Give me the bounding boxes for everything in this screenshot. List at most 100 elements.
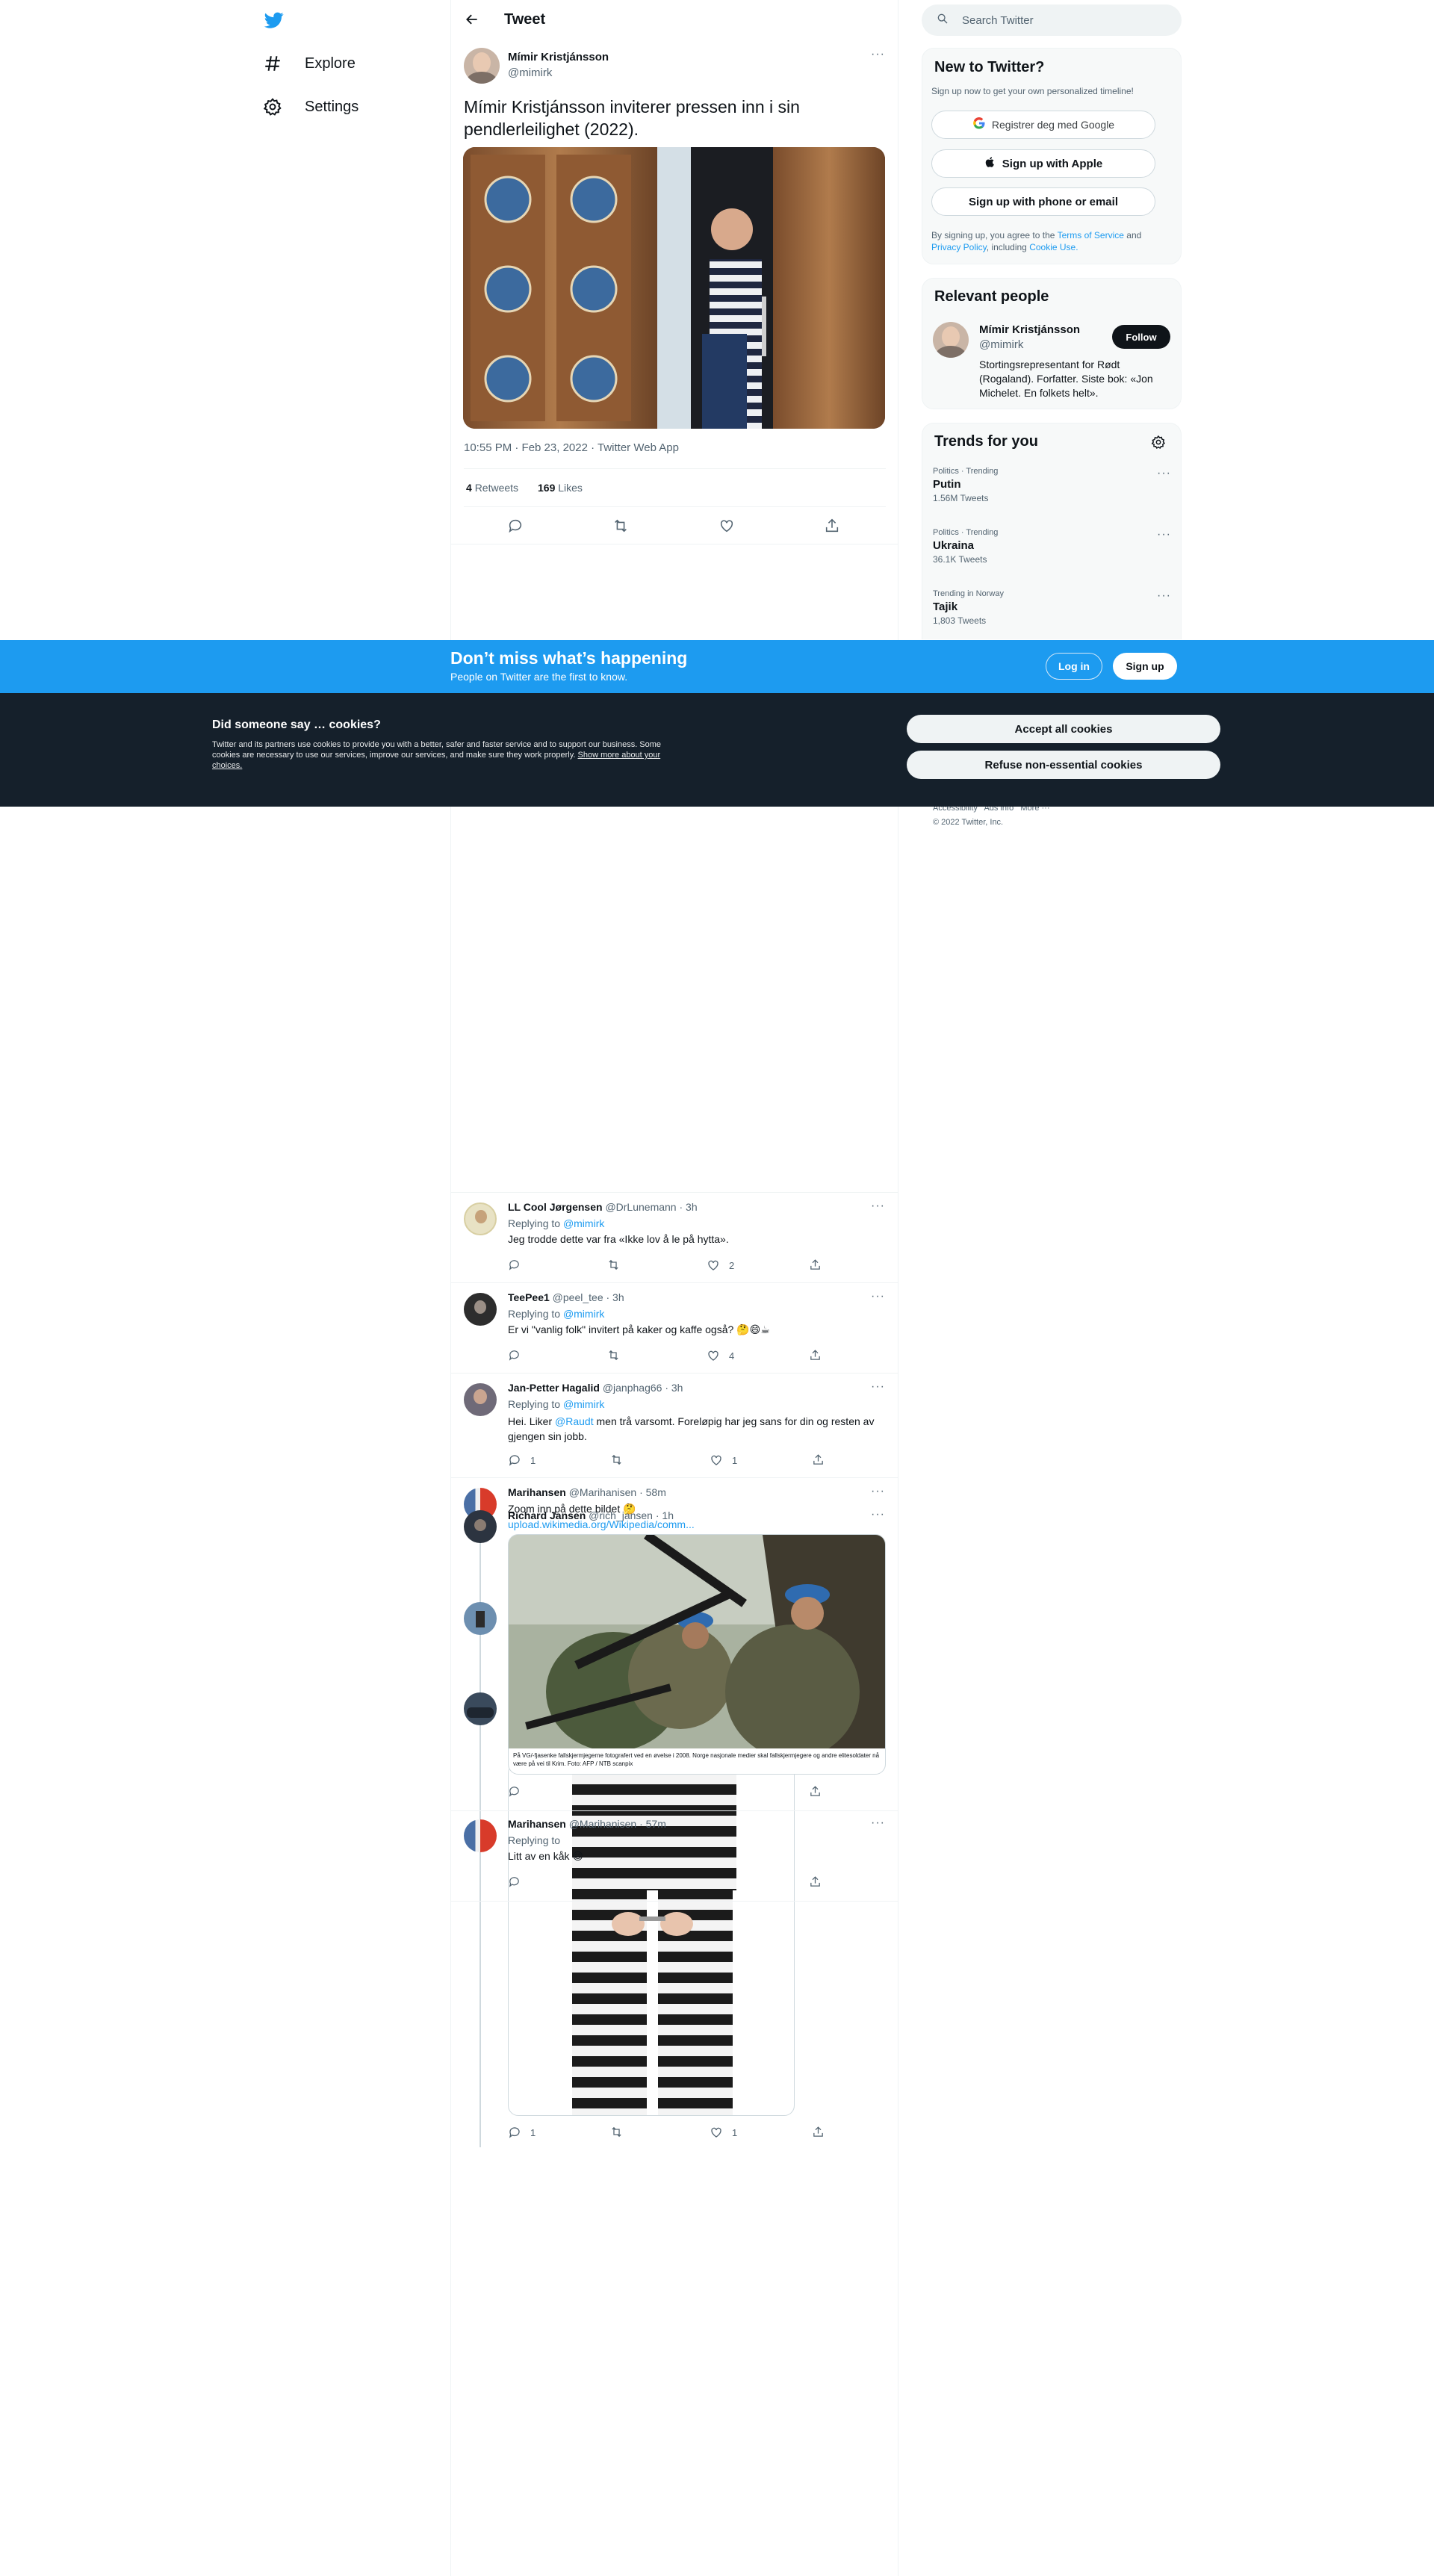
- accept-cookies-button[interactable]: Accept all cookies: [907, 715, 1220, 743]
- replying-to: Replying to @mimirk: [508, 1308, 604, 1320]
- trend-more-icon[interactable]: ···: [1157, 589, 1171, 603]
- divider: [464, 506, 886, 507]
- trend-more-icon[interactable]: ···: [1157, 528, 1171, 541]
- reply-avatar[interactable]: [464, 1383, 497, 1416]
- author-handle[interactable]: @mimirk: [508, 66, 552, 79]
- apple-signup-button[interactable]: Sign up with Apple: [931, 149, 1155, 178]
- more-options-icon[interactable]: ···: [871, 1485, 885, 1498]
- google-signup-button[interactable]: Registrer deg med Google: [931, 111, 1155, 139]
- reply-action[interactable]: 1: [508, 2126, 536, 2139]
- like-icon: [708, 1350, 718, 1361]
- nav-explore-label: Explore: [305, 55, 356, 72]
- reply-icon[interactable]: [508, 1785, 521, 1801]
- reply-icon[interactable]: [507, 518, 524, 538]
- search-input[interactable]: Search Twitter: [922, 4, 1182, 36]
- nav-settings[interactable]: Settings: [263, 97, 358, 117]
- reply-avatar[interactable]: [464, 1692, 497, 1725]
- like-action[interactable]: 1: [710, 1453, 737, 1467]
- reply-author-name[interactable]: LL Cool Jørgensen: [508, 1201, 603, 1213]
- retweet-icon[interactable]: [607, 1258, 620, 1275]
- reply-avatar[interactable]: [464, 1602, 497, 1635]
- nav-explore[interactable]: Explore: [263, 54, 356, 73]
- retweet-icon[interactable]: [610, 2126, 623, 2142]
- replying-to-mention[interactable]: @mimirk: [563, 1308, 604, 1320]
- terms-and: and: [1126, 230, 1142, 240]
- author-avatar[interactable]: [464, 48, 500, 84]
- reply-meta[interactable]: @Marihanisen · 58m: [569, 1486, 666, 1498]
- replying-to-mention[interactable]: @mimirk: [563, 1398, 604, 1410]
- reply-avatar[interactable]: [464, 1819, 497, 1852]
- retweets-count: 4: [466, 482, 472, 494]
- phone-email-signup-button[interactable]: Sign up with phone or email: [931, 187, 1155, 216]
- reply-icon[interactable]: [508, 1349, 521, 1365]
- tweet-photo[interactable]: [463, 147, 885, 429]
- trend-count: 1,803 Tweets: [933, 615, 987, 626]
- share-icon[interactable]: [812, 1453, 825, 1470]
- reply-avatar[interactable]: [464, 1202, 497, 1235]
- more-options-icon[interactable]: ···: [871, 1290, 885, 1303]
- like-action[interactable]: 4: [707, 1349, 734, 1362]
- replying-to-mention[interactable]: @mimirk: [563, 1217, 604, 1229]
- reply-meta[interactable]: @DrLunemann · 3h: [605, 1201, 697, 1213]
- reply-meta[interactable]: @peel_tee · 3h: [553, 1291, 624, 1303]
- like-action[interactable]: 2: [707, 1258, 734, 1272]
- twitter-logo-icon[interactable]: [263, 10, 285, 30]
- share-icon[interactable]: [809, 1349, 822, 1365]
- retweet-icon[interactable]: [607, 1349, 620, 1365]
- trend-name: Putin: [933, 478, 961, 491]
- relevant-person-handle[interactable]: @mimirk: [979, 338, 1023, 351]
- reply-author-name[interactable]: Marihansen: [508, 1486, 566, 1498]
- retweet-icon[interactable]: [612, 518, 629, 538]
- trend-item[interactable]: Trending in Norway Tajik 1,803 Tweets ··…: [933, 589, 1172, 626]
- share-icon[interactable]: [809, 1875, 822, 1892]
- more-options-icon[interactable]: ···: [871, 48, 885, 61]
- trend-item[interactable]: Politics · Trending Ukraina 36.1K Tweets…: [933, 528, 1172, 565]
- cookie-title: Did someone say … cookies?: [212, 719, 381, 731]
- privacy-policy-link[interactable]: Privacy Policy: [931, 242, 987, 252]
- trend-more-icon[interactable]: ···: [1157, 467, 1171, 480]
- trends-settings-icon[interactable]: [1151, 435, 1166, 453]
- likes-label: Likes: [558, 482, 583, 494]
- refuse-cookies-button[interactable]: Refuse non-essential cookies: [907, 751, 1220, 779]
- reply-meta[interactable]: @Marihanisen · 57m: [569, 1818, 666, 1830]
- reply-meta[interactable]: @janphag66 · 3h: [603, 1382, 683, 1394]
- retweets-stat[interactable]: 4 Retweets: [466, 482, 518, 494]
- signup-button[interactable]: Sign up: [1113, 653, 1177, 680]
- reply-mention[interactable]: @Raudt: [555, 1415, 594, 1427]
- reply-photo-soldiers[interactable]: På VG/-fjasenke fallskjermjegerne fotogr…: [508, 1534, 886, 1775]
- reply-author-name[interactable]: Jan-Petter Hagalid: [508, 1382, 600, 1394]
- back-arrow-icon[interactable]: [465, 12, 479, 27]
- likes-stat[interactable]: 169 Likes: [538, 482, 583, 494]
- more-options-icon[interactable]: ···: [871, 1508, 885, 1521]
- follow-button[interactable]: Follow: [1112, 325, 1170, 349]
- trend-item[interactable]: Politics · Trending Putin 1.56M Tweets ·…: [933, 467, 1172, 503]
- like-icon[interactable]: [718, 518, 735, 538]
- reply-link[interactable]: upload.wikimedia.org/Wikipedia/comm...: [508, 1518, 695, 1530]
- more-options-icon[interactable]: ···: [871, 1199, 885, 1213]
- reply-avatar[interactable]: [464, 1293, 497, 1326]
- reply-icon[interactable]: [508, 1258, 521, 1275]
- tweet-timestamp[interactable]: 10:55 PM · Feb 23, 2022 · Twitter Web Ap…: [464, 441, 679, 454]
- author-name[interactable]: Mímir Kristjánsson: [508, 51, 609, 63]
- share-icon[interactable]: [812, 2126, 825, 2142]
- reply-author-name[interactable]: TeePee1: [508, 1291, 550, 1303]
- more-options-icon[interactable]: ···: [871, 1380, 885, 1394]
- reply-author-name[interactable]: Marihansen: [508, 1818, 566, 1830]
- reply-action[interactable]: 1: [508, 1453, 536, 1467]
- like-action[interactable]: 1: [710, 2126, 737, 2139]
- reply-header: LL Cool Jørgensen @DrLunemann · 3h: [508, 1201, 698, 1213]
- relevant-person-avatar[interactable]: [933, 322, 969, 358]
- share-icon[interactable]: [809, 1258, 822, 1275]
- retweet-icon[interactable]: [610, 1453, 623, 1470]
- login-button[interactable]: Log in: [1046, 653, 1102, 680]
- replying-to-label: Replying to: [508, 1398, 561, 1410]
- reply-avatar[interactable]: [464, 1510, 497, 1543]
- reply-icon[interactable]: [508, 1875, 521, 1892]
- share-icon[interactable]: [809, 1785, 822, 1801]
- relevant-person-name[interactable]: Mímir Kristjánsson: [979, 323, 1080, 336]
- terms-of-service-link[interactable]: Terms of Service: [1058, 230, 1124, 240]
- share-icon[interactable]: [824, 518, 840, 538]
- cookie-use-link[interactable]: Cookie Use.: [1029, 242, 1078, 252]
- reply-photo-striped-outfit[interactable]: [508, 1763, 795, 2116]
- more-options-icon[interactable]: ···: [871, 1816, 885, 1830]
